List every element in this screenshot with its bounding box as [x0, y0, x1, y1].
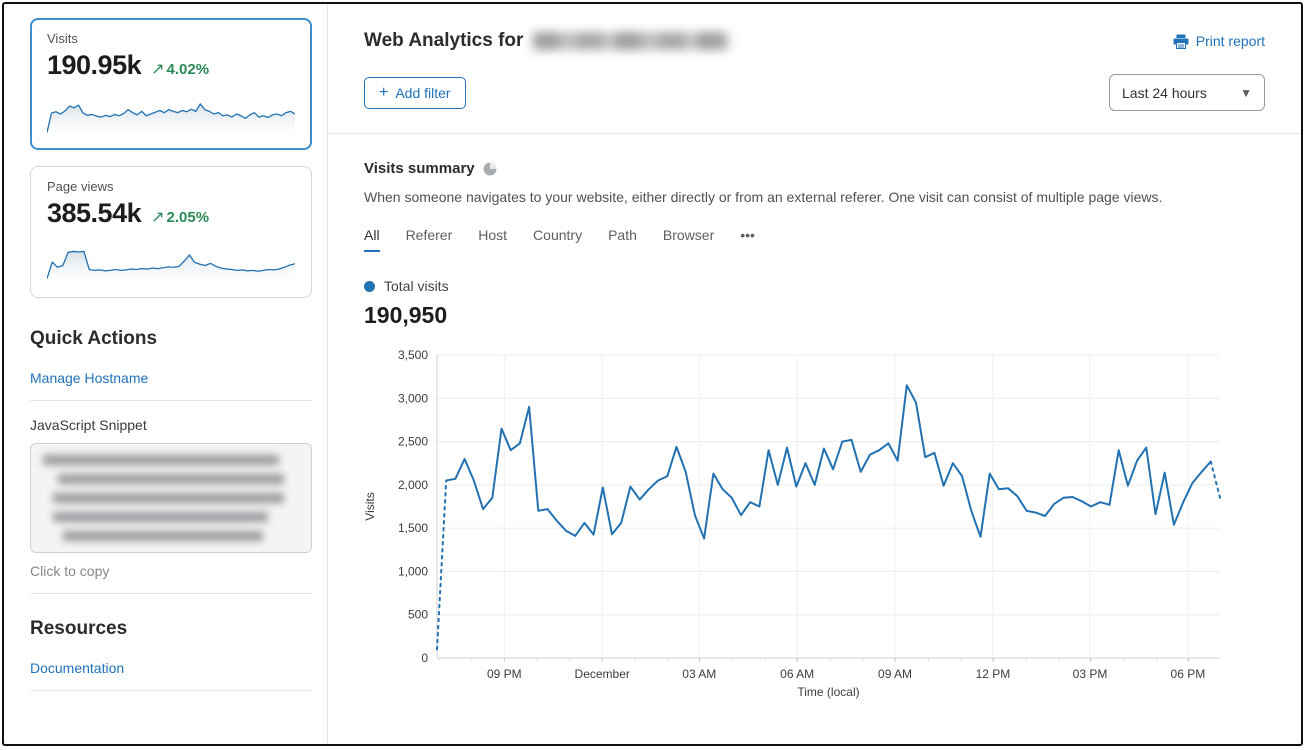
manage-hostname-link[interactable]: Manage Hostname	[30, 370, 312, 386]
plus-icon: +	[379, 86, 388, 100]
svg-text:Visits: Visits	[364, 492, 377, 520]
svg-text:3,000: 3,000	[398, 391, 428, 405]
summary-tabs: All Referer Host Country Path Browser •••	[364, 227, 1265, 252]
redacted-code-line	[53, 512, 268, 522]
quick-actions-heading: Quick Actions	[30, 328, 312, 350]
documentation-link[interactable]: Documentation	[30, 660, 312, 676]
svg-text:06 PM: 06 PM	[1171, 667, 1206, 681]
divider	[30, 690, 312, 691]
chart-legend: Total visits	[364, 278, 1265, 294]
total-visits-value: 190,950	[364, 302, 1265, 329]
redacted-code-line	[43, 455, 279, 465]
resources-heading: Resources	[30, 618, 312, 640]
redacted-domain	[533, 32, 729, 50]
svg-text:09 AM: 09 AM	[878, 667, 912, 681]
svg-text:2,500: 2,500	[398, 435, 428, 449]
add-filter-button[interactable]: + Add filter	[364, 77, 466, 109]
divider	[30, 400, 312, 401]
metric-label: Page views	[47, 179, 295, 194]
click-to-copy-hint: Click to copy	[30, 563, 312, 579]
metric-card-page-views[interactable]: Page views 385.54k ↗2.05%	[30, 166, 312, 298]
javascript-snippet-label: JavaScript Snippet	[30, 417, 312, 433]
svg-text:3,500: 3,500	[398, 348, 428, 362]
pie-help-icon	[483, 162, 497, 176]
metric-change: ↗2.05%	[151, 207, 209, 227]
page-views-sparkline	[47, 235, 295, 287]
divider	[328, 133, 1301, 134]
svg-text:09 PM: 09 PM	[487, 667, 522, 681]
legend-dot-icon	[364, 281, 375, 292]
metric-change: ↗4.02%	[151, 59, 209, 79]
svg-text:12 PM: 12 PM	[976, 667, 1011, 681]
sidebar: Visits 190.95k ↗4.02% Page views 385.54k…	[4, 4, 327, 744]
svg-text:1,500: 1,500	[398, 521, 428, 535]
print-report-button[interactable]: Print report	[1173, 33, 1265, 49]
svg-text:03 AM: 03 AM	[682, 667, 716, 681]
redacted-code-line	[58, 474, 283, 484]
svg-text:Time (local): Time (local)	[797, 685, 859, 699]
javascript-snippet-box[interactable]	[30, 443, 312, 553]
main-panel: Web Analytics for Print report + Add fil…	[327, 4, 1301, 744]
tab-all[interactable]: All	[364, 227, 380, 252]
visits-summary-description: When someone navigates to your website, …	[364, 189, 1265, 205]
svg-text:December: December	[575, 667, 630, 681]
metric-value: 385.54k	[47, 198, 141, 229]
printer-icon	[1173, 34, 1189, 49]
svg-text:06 AM: 06 AM	[780, 667, 814, 681]
legend-label: Total visits	[384, 278, 449, 294]
app-window: Visits 190.95k ↗4.02% Page views 385.54k…	[2, 2, 1303, 746]
svg-text:1,000: 1,000	[398, 564, 428, 578]
page-title: Web Analytics for	[364, 30, 729, 52]
tab-browser[interactable]: Browser	[663, 227, 714, 252]
svg-text:0: 0	[421, 651, 428, 665]
visits-sparkline	[47, 87, 295, 139]
tab-country[interactable]: Country	[533, 227, 582, 252]
chevron-down-icon: ▼	[1240, 86, 1252, 100]
metric-label: Visits	[47, 31, 295, 46]
tabs-overflow-button[interactable]: •••	[740, 227, 755, 252]
visits-line-chart: 0 500 1,000 1,500 2,000 2,500 3,000 3,500 09 PM D…	[364, 341, 1244, 701]
svg-text:500: 500	[408, 608, 428, 622]
svg-text:03 PM: 03 PM	[1073, 667, 1108, 681]
tab-referer[interactable]: Referer	[406, 227, 453, 252]
redacted-code-line	[63, 531, 263, 541]
divider	[30, 593, 312, 594]
visits-summary-title: Visits summary	[364, 160, 475, 177]
redacted-code-line	[53, 493, 283, 503]
trend-up-icon: ↗	[151, 209, 164, 226]
time-range-select[interactable]: Last 24 hours ▼	[1109, 74, 1265, 111]
metric-value: 190.95k	[47, 50, 141, 81]
tab-path[interactable]: Path	[608, 227, 637, 252]
trend-up-icon: ↗	[151, 61, 164, 78]
tab-host[interactable]: Host	[478, 227, 507, 252]
metric-card-visits[interactable]: Visits 190.95k ↗4.02%	[30, 18, 312, 150]
svg-text:2,000: 2,000	[398, 478, 428, 492]
